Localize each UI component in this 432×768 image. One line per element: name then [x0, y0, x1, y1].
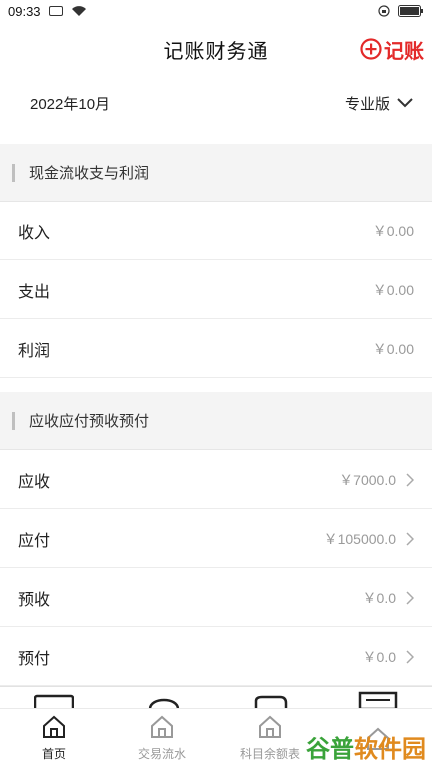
tab-transactions[interactable]: 交易流水 — [108, 709, 216, 768]
section-marker — [12, 163, 15, 182]
plus-circle-icon — [360, 38, 382, 60]
document-icon — [358, 691, 398, 709]
battery-icon — [398, 5, 423, 17]
row-value: ￥105000.0 — [323, 530, 396, 547]
row-value-wrap: ￥7000.0 — [339, 470, 414, 490]
section-marker — [12, 411, 15, 430]
version-select[interactable]: 专业版 — [345, 93, 414, 114]
row-value: ￥0.0 — [362, 589, 396, 606]
lock-icon — [378, 5, 390, 17]
watermark-part1: 谷普 — [306, 736, 354, 763]
tab-balance-label: 科目余额表 — [239, 747, 300, 761]
wallet-icon — [254, 695, 288, 709]
feature-grid-peek — [0, 686, 432, 709]
watermark: 谷普 软件园 — [306, 729, 426, 764]
section-header-ar: 应收应付预收预付 — [0, 392, 432, 450]
row-label: 收入 — [18, 224, 51, 242]
row-value-wrap: ￥0.0 — [363, 647, 414, 667]
tab-home-label: 首页 — [41, 747, 66, 761]
card-icon — [34, 694, 74, 709]
chevron-right-icon — [406, 649, 414, 664]
app-header: 记账财务通 记账 — [0, 22, 432, 76]
list-item-advance-received[interactable]: 预收 ￥0.0 — [0, 569, 432, 627]
row-label: 应付 — [18, 532, 51, 550]
row-value: ￥7000.0 — [339, 471, 396, 488]
row-value-wrap: ￥105000.0 — [324, 529, 414, 549]
home-icon — [151, 715, 173, 738]
row-value-wrap: ￥0.0 — [363, 588, 414, 608]
status-left: 09:33 — [8, 4, 87, 19]
record-button-label: 记账 — [384, 40, 424, 63]
message-icon — [48, 6, 63, 16]
list-item-expense[interactable]: 支出 ￥0.00 — [0, 261, 432, 319]
record-button[interactable]: 记账 — [360, 32, 424, 66]
section-header-cash: 现金流收支与利润 — [0, 144, 432, 202]
row-label: 应收 — [18, 473, 51, 491]
row-value: ￥0.00 — [372, 340, 414, 357]
status-time: 09:33 — [8, 3, 41, 19]
user-icon — [148, 698, 180, 709]
home-icon — [43, 715, 65, 738]
section-title-cash: 现金流收支与利润 — [29, 165, 150, 182]
row-value: ￥0.00 — [372, 281, 414, 298]
row-value: ￥0.0 — [362, 648, 396, 665]
version-label: 专业版 — [344, 95, 390, 113]
chevron-down-icon — [397, 98, 413, 108]
row-label: 支出 — [18, 283, 51, 301]
tab-home[interactable]: 首页 — [0, 709, 108, 768]
watermark-part2: 软件园 — [354, 736, 426, 763]
row-value: ￥0.00 — [372, 222, 414, 239]
wifi-icon — [71, 6, 86, 16]
row-label: 预收 — [18, 591, 51, 609]
bottom-nav: 首页 交易流水 科目余额表 谷普 软件园 — [0, 686, 432, 768]
row-label: 预付 — [18, 650, 51, 668]
section-title-ar: 应收应付预收预付 — [29, 413, 150, 430]
chevron-right-icon — [406, 472, 414, 487]
date-row: 2022年10月 专业版 — [0, 76, 432, 130]
status-right — [378, 5, 424, 17]
tab-transactions-label: 交易流水 — [137, 747, 186, 761]
chevron-right-icon — [406, 590, 414, 605]
status-bar: 09:33 — [0, 0, 432, 22]
home-icon — [259, 715, 281, 738]
list-item-prepaid[interactable]: 预付 ￥0.0 — [0, 628, 432, 686]
list-item-payable[interactable]: 应付 ￥105000.0 — [0, 510, 432, 568]
chevron-right-icon — [406, 531, 414, 546]
list-item-receivable[interactable]: 应收 ￥7000.0 — [0, 451, 432, 509]
list-item-profit[interactable]: 利润 ￥0.00 — [0, 320, 432, 378]
month-picker[interactable]: 2022年10月 — [30, 93, 110, 114]
row-label: 利润 — [18, 342, 51, 360]
page-title: 记账财务通 — [163, 40, 269, 63]
list-item-income[interactable]: 收入 ￥0.00 — [0, 202, 432, 260]
